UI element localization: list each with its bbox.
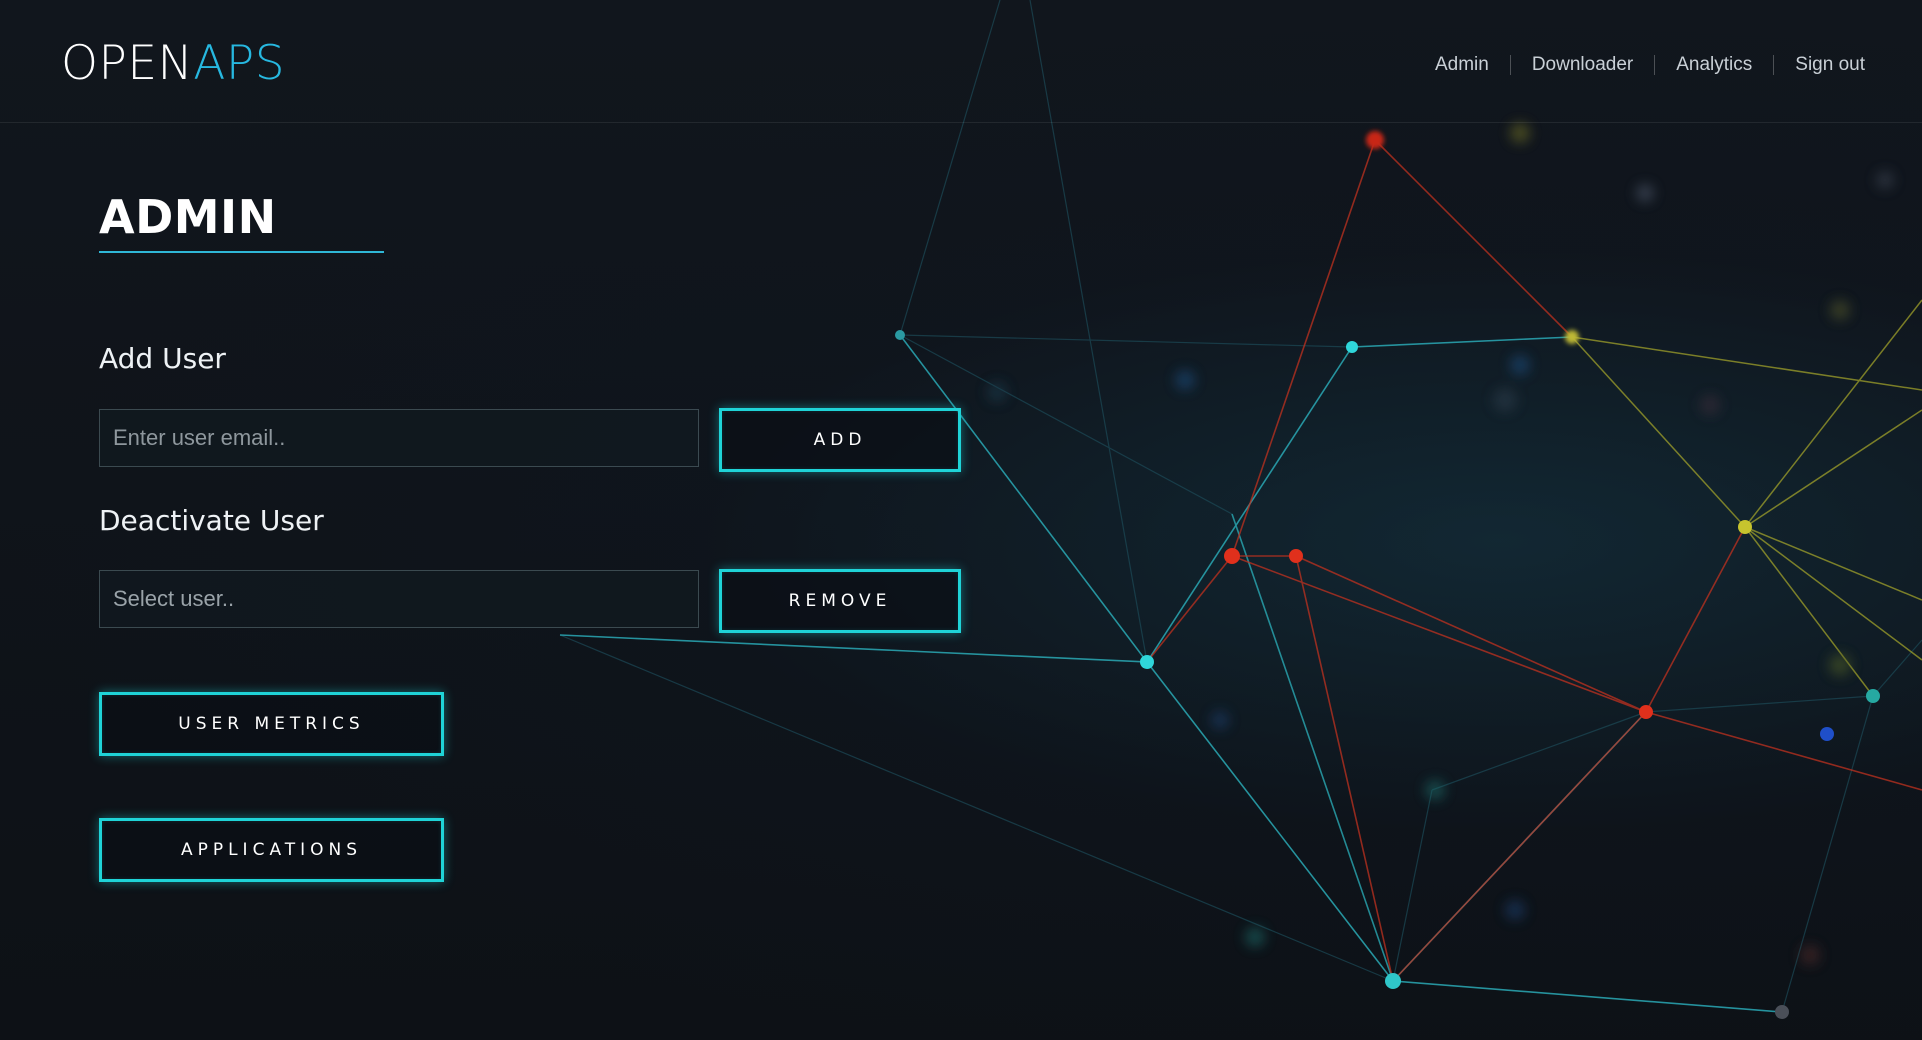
add-user-heading: Add User (99, 342, 226, 375)
openaps-logo[interactable]: OPENAPS (61, 36, 285, 91)
nav-link-analytics[interactable]: Analytics (1676, 54, 1752, 76)
user-metrics-button[interactable]: USER METRICS (99, 692, 444, 756)
logo-text-open: OPEN (61, 36, 194, 91)
user-email-input[interactable] (99, 409, 699, 467)
app-root: OPENAPS Admin Downloader Analytics Sign … (0, 0, 1922, 1040)
remove-user-button[interactable]: REMOVE (719, 569, 961, 633)
add-user-button[interactable]: ADD (719, 408, 961, 472)
nav-separator (1509, 55, 1511, 75)
nav-link-downloader[interactable]: Downloader (1532, 54, 1633, 76)
nav-link-sign-out[interactable]: Sign out (1795, 54, 1865, 76)
nav-link-admin[interactable]: Admin (1435, 54, 1489, 76)
select-user-dropdown[interactable]: Select user.. (99, 570, 699, 628)
logo-text-aps: APS (193, 36, 286, 91)
top-nav: Admin Downloader Analytics Sign out (1435, 54, 1865, 76)
select-user-placeholder: Select user.. (113, 586, 235, 611)
applications-button[interactable]: APPLICATIONS (99, 818, 444, 882)
nav-separator (1773, 55, 1775, 75)
page-title: ADMIN (99, 190, 277, 244)
deactivate-user-heading: Deactivate User (99, 504, 324, 537)
nav-separator (1654, 55, 1656, 75)
title-underline (99, 251, 384, 253)
top-header: OPENAPS Admin Downloader Analytics Sign … (0, 0, 1922, 123)
